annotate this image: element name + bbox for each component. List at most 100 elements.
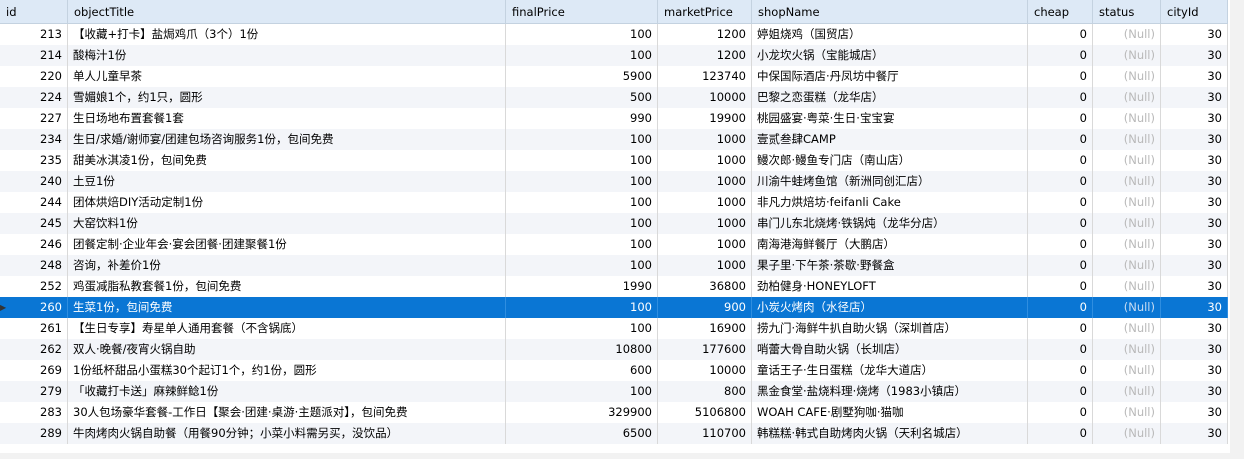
- table-row[interactable]: 269 1份纸杯甜品小蛋糕30个起订1个，约1份，圆形 600 10000 童话王子·生…: [0, 360, 1228, 381]
- table-row[interactable]: 260 生菜1份，包间免费 100 900 小炭火烤肉（水径店） 0 (Null) 30: [0, 297, 1228, 318]
- cell-status[interactable]: (Null): [1093, 318, 1161, 339]
- cell-cityid[interactable]: 30: [1161, 129, 1228, 150]
- cell-objecttitle[interactable]: 【收藏+打卡】盐焗鸡爪（3个）1份: [68, 24, 506, 45]
- cell-marketprice[interactable]: 1000: [658, 129, 752, 150]
- cell-id[interactable]: 246: [0, 234, 68, 255]
- cell-finalprice[interactable]: 100: [506, 381, 658, 402]
- cell-cityid[interactable]: 30: [1161, 192, 1228, 213]
- table-row[interactable]: 245 大窑饮料1份 100 1000 串门儿东北烧烤·铁锅炖（龙华分店） 0 (Null)…: [0, 213, 1228, 234]
- cell-cityid[interactable]: 30: [1161, 171, 1228, 192]
- cell-cheap[interactable]: 0: [1028, 129, 1093, 150]
- cell-objecttitle[interactable]: 生日/求婚/谢师宴/团建包场咨询服务1份，包间免费: [68, 129, 506, 150]
- cell-shopname[interactable]: 中保国际酒店·丹凤坊中餐厅: [752, 66, 1028, 87]
- cell-status[interactable]: (Null): [1093, 423, 1161, 444]
- table-row[interactable]: 234 生日/求婚/谢师宴/团建包场咨询服务1份，包间免费 100 1000 壹贰叁肆C…: [0, 129, 1228, 150]
- vertical-scrollbar[interactable]: [1230, 0, 1244, 459]
- cell-objecttitle[interactable]: 团体烘焙DIY活动定制1份: [68, 192, 506, 213]
- cell-id[interactable]: 227: [0, 108, 68, 129]
- cell-id[interactable]: 248: [0, 255, 68, 276]
- cell-shopname[interactable]: 劲柏健身·HONEYLOFT: [752, 276, 1028, 297]
- cell-cityid[interactable]: 30: [1161, 402, 1228, 423]
- cell-status[interactable]: (Null): [1093, 297, 1161, 318]
- cell-shopname[interactable]: 小龙坎火锅（宝能城店）: [752, 45, 1028, 66]
- cell-status[interactable]: (Null): [1093, 360, 1161, 381]
- cell-id[interactable]: 245: [0, 213, 68, 234]
- cell-marketprice[interactable]: 36800: [658, 276, 752, 297]
- cell-cheap[interactable]: 0: [1028, 255, 1093, 276]
- table-row[interactable]: 252 鸡蛋减脂私教套餐1份，包间免费 1990 36800 劲柏健身·HONEYLOF…: [0, 276, 1228, 297]
- cell-cheap[interactable]: 0: [1028, 339, 1093, 360]
- cell-id[interactable]: 283: [0, 402, 68, 423]
- cell-shopname[interactable]: 桃园盛宴·粤菜·生日·宝宝宴: [752, 108, 1028, 129]
- cell-status[interactable]: (Null): [1093, 66, 1161, 87]
- cell-id[interactable]: 235: [0, 150, 68, 171]
- table-row[interactable]: 244 团体烘焙DIY活动定制1份 100 1000 非凡力烘焙坊·feifanli C…: [0, 192, 1228, 213]
- cell-marketprice[interactable]: 1200: [658, 24, 752, 45]
- cell-finalprice[interactable]: 100: [506, 24, 658, 45]
- cell-status[interactable]: (Null): [1093, 129, 1161, 150]
- cell-shopname[interactable]: 非凡力烘焙坊·feifanli Cake: [752, 192, 1028, 213]
- cell-cityid[interactable]: 30: [1161, 87, 1228, 108]
- table-row[interactable]: 261 【生日专享】寿星单人通用套餐（不含锅底） 100 16900 捞九门·海鲜牛扒自…: [0, 318, 1228, 339]
- cell-marketprice[interactable]: 123740: [658, 66, 752, 87]
- cell-finalprice[interactable]: 100: [506, 318, 658, 339]
- cell-status[interactable]: (Null): [1093, 339, 1161, 360]
- cell-cheap[interactable]: 0: [1028, 276, 1093, 297]
- cell-shopname[interactable]: 南海港海鲜餐厅（大鹏店）: [752, 234, 1028, 255]
- cell-cheap[interactable]: 0: [1028, 192, 1093, 213]
- cell-status[interactable]: (Null): [1093, 402, 1161, 423]
- table-row[interactable]: 289 牛肉烤肉火锅自助餐（用餐90分钟；小菜小料需另买，没饮品） 6500 1107…: [0, 423, 1228, 444]
- cell-id[interactable]: 262: [0, 339, 68, 360]
- cell-marketprice[interactable]: 110700: [658, 423, 752, 444]
- cell-id[interactable]: 261: [0, 318, 68, 339]
- table-row[interactable]: 227 生日场地布置套餐1套 990 19900 桃园盛宴·粤菜·生日·宝宝宴 0 (Nul…: [0, 108, 1228, 129]
- cell-finalprice[interactable]: 100: [506, 129, 658, 150]
- cell-objecttitle[interactable]: 生菜1份，包间免费: [68, 297, 506, 318]
- cell-shopname[interactable]: 婷姐烧鸡（国贸店）: [752, 24, 1028, 45]
- cell-finalprice[interactable]: 500: [506, 87, 658, 108]
- cell-status[interactable]: (Null): [1093, 150, 1161, 171]
- cell-finalprice[interactable]: 600: [506, 360, 658, 381]
- cell-cheap[interactable]: 0: [1028, 87, 1093, 108]
- cell-cheap[interactable]: 0: [1028, 360, 1093, 381]
- cell-cityid[interactable]: 30: [1161, 108, 1228, 129]
- cell-finalprice[interactable]: 6500: [506, 423, 658, 444]
- cell-marketprice[interactable]: 1000: [658, 213, 752, 234]
- cell-id[interactable]: 224: [0, 87, 68, 108]
- cell-marketprice[interactable]: 1000: [658, 234, 752, 255]
- table-row[interactable]: 246 团餐定制·企业年会·宴会团餐·团建聚餐1份 100 1000 南海港海鲜餐厅（大…: [0, 234, 1228, 255]
- cell-id[interactable]: 214: [0, 45, 68, 66]
- cell-status[interactable]: (Null): [1093, 45, 1161, 66]
- cell-id[interactable]: 213: [0, 24, 68, 45]
- cell-status[interactable]: (Null): [1093, 24, 1161, 45]
- cell-cityid[interactable]: 30: [1161, 234, 1228, 255]
- cell-marketprice[interactable]: 1000: [658, 255, 752, 276]
- cell-cheap[interactable]: 0: [1028, 24, 1093, 45]
- table-row[interactable]: 224 雪媚娘1个，约1只，圆形 500 10000 巴黎之恋蛋糕（龙华店） 0 (Null…: [0, 87, 1228, 108]
- cell-marketprice[interactable]: 1000: [658, 150, 752, 171]
- cell-cityid[interactable]: 30: [1161, 213, 1228, 234]
- cell-status[interactable]: (Null): [1093, 171, 1161, 192]
- cell-status[interactable]: (Null): [1093, 108, 1161, 129]
- table-row[interactable]: 235 甜美冰淇凌1份，包间免费 100 1000 鳗次郎·鳗鱼专门店（南山店） 0 (Nu…: [0, 150, 1228, 171]
- cell-objecttitle[interactable]: 双人·晚餐/夜宵火锅自助: [68, 339, 506, 360]
- cell-objecttitle[interactable]: 【生日专享】寿星单人通用套餐（不含锅底）: [68, 318, 506, 339]
- cell-cityid[interactable]: 30: [1161, 381, 1228, 402]
- cell-cityid[interactable]: 30: [1161, 360, 1228, 381]
- cell-cheap[interactable]: 0: [1028, 66, 1093, 87]
- cell-cityid[interactable]: 30: [1161, 150, 1228, 171]
- col-header-cheap[interactable]: cheap: [1028, 0, 1093, 23]
- cell-shopname[interactable]: 捞九门·海鲜牛扒自助火锅（深圳首店）: [752, 318, 1028, 339]
- cell-objecttitle[interactable]: 团餐定制·企业年会·宴会团餐·团建聚餐1份: [68, 234, 506, 255]
- cell-status[interactable]: (Null): [1093, 276, 1161, 297]
- cell-id[interactable]: 220: [0, 66, 68, 87]
- cell-objecttitle[interactable]: 土豆1份: [68, 171, 506, 192]
- cell-cheap[interactable]: 0: [1028, 213, 1093, 234]
- cell-objecttitle[interactable]: 牛肉烤肉火锅自助餐（用餐90分钟；小菜小料需另买，没饮品）: [68, 423, 506, 444]
- col-header-objecttitle[interactable]: objectTitle: [68, 0, 506, 23]
- table-row[interactable]: 240 土豆1份 100 1000 川渝牛蛙烤鱼馆（新洲同创汇店） 0 (Null) 30: [0, 171, 1228, 192]
- cell-shopname[interactable]: 哨蕾大骨自助火锅（长圳店）: [752, 339, 1028, 360]
- cell-status[interactable]: (Null): [1093, 87, 1161, 108]
- cell-objecttitle[interactable]: 1份纸杯甜品小蛋糕30个起订1个，约1份，圆形: [68, 360, 506, 381]
- cell-cheap[interactable]: 0: [1028, 423, 1093, 444]
